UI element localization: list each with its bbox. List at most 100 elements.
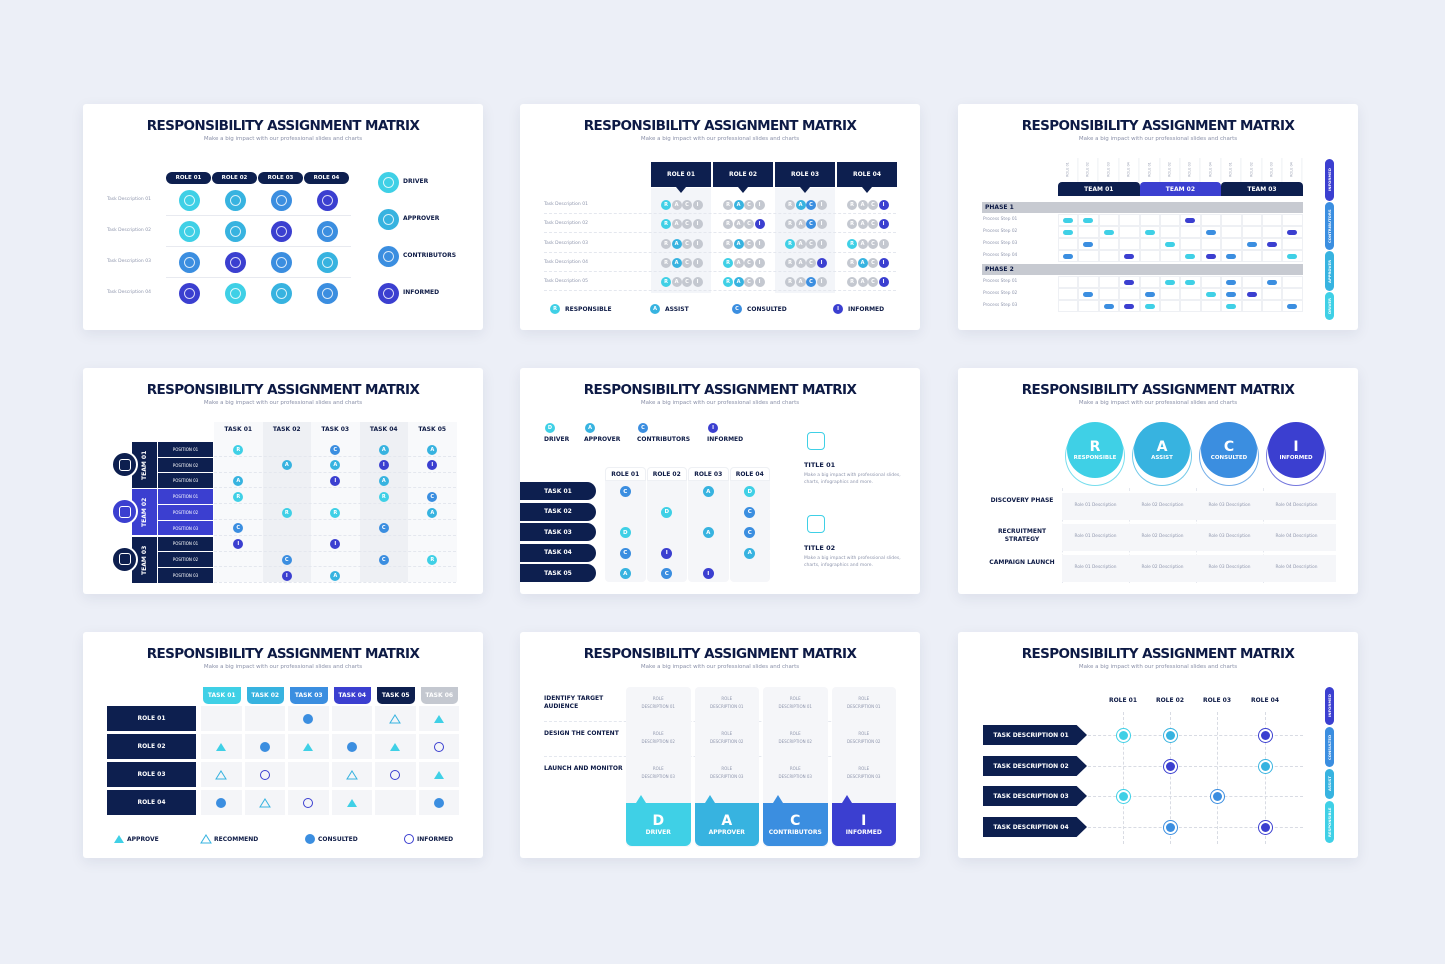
role-label: ROLE 01 xyxy=(1139,158,1160,182)
legend-label: APPROVE xyxy=(127,836,159,843)
dot-core xyxy=(1261,731,1270,740)
row-divider xyxy=(214,503,456,505)
daci-matrix: D DRIVER A APPROVER C CONTRIBUTORS I INFORMED RO… xyxy=(520,368,920,594)
role-description: Role 04 Description xyxy=(1275,565,1318,570)
grid-cell xyxy=(1180,300,1201,312)
slide-8-daci-columns[interactable]: RESPONSIBILITY ASSIGNMENT MATRIX Make a … xyxy=(520,632,920,858)
role-header: ROLE 02 xyxy=(713,162,773,187)
raci-letter: I xyxy=(878,277,889,288)
dot-core xyxy=(1261,823,1270,832)
grid-cell xyxy=(1139,276,1160,288)
slide-9-dot-grid-matrix[interactable]: RESPONSIBILITY ASSIGNMENT MATRIX Make a … xyxy=(958,632,1358,858)
dot-core xyxy=(1261,762,1270,771)
role-circle xyxy=(179,190,200,211)
raci-letter: I xyxy=(692,238,703,249)
task-label: Task Description 03 xyxy=(107,259,151,264)
slide-2-raci-matrix[interactable]: RESPONSIBILITY ASSIGNMENT MATRIX Make a … xyxy=(520,104,920,330)
matrix-cell xyxy=(244,706,285,731)
cell-line2: DESCRIPTION 03 xyxy=(710,774,744,779)
info-text: Make a big impact with professional slid… xyxy=(804,473,901,485)
role-circle xyxy=(225,252,246,273)
daci-badge: D xyxy=(619,527,631,538)
raci-letter: A xyxy=(795,238,806,249)
daci-badge: A xyxy=(619,568,631,579)
side-legend-pill: DRIVER xyxy=(1325,292,1334,320)
grid-cell xyxy=(1241,250,1262,262)
informed-icon xyxy=(322,195,333,206)
task-label: TASK DESCRIPTION 04 xyxy=(983,817,1087,837)
assignment-dot xyxy=(1116,789,1131,804)
assignment-dot xyxy=(1163,820,1178,835)
contributors-icon xyxy=(322,226,333,237)
shape-matrix: TASK 01 TASK 02 TASK 03 TASK 04 TASK 05 TASK … xyxy=(83,632,483,858)
assignment-dot xyxy=(1116,728,1131,743)
role-description: Role 02 Description xyxy=(1141,565,1184,570)
cell-line2: DESCRIPTION 01 xyxy=(778,704,812,709)
legend-label: DRIVER xyxy=(544,436,570,443)
raci-letter: A xyxy=(671,219,682,230)
assignment-pill xyxy=(1063,217,1073,223)
legend-label: INFORMED xyxy=(417,836,454,843)
slide-7-shape-matrix[interactable]: RESPONSIBILITY ASSIGNMENT MATRIX Make a … xyxy=(83,632,483,858)
task-header: TASK 02 xyxy=(272,426,301,433)
task-label: Task Description 01 xyxy=(107,197,151,202)
raci-letter: I xyxy=(692,200,703,210)
assignment-pill xyxy=(1083,217,1094,223)
consulted-dot-icon xyxy=(259,741,270,752)
cell-line2: DESCRIPTION 01 xyxy=(641,704,675,709)
role-header: ROLE 04 xyxy=(1250,697,1280,704)
step-label: Process Step 03 xyxy=(983,303,1018,308)
assignment-pill xyxy=(1287,303,1298,309)
info-text: Make a big impact with professional slid… xyxy=(804,556,901,568)
raci-letter: I xyxy=(816,219,827,230)
raci-letter: I xyxy=(816,257,827,268)
cell-line1: ROLE xyxy=(652,766,664,771)
legend-badge: A xyxy=(650,304,660,314)
task-header: TASK 03 xyxy=(321,426,350,433)
raci-letter: I xyxy=(692,277,703,288)
matrix-cell xyxy=(331,762,372,787)
side-legend-pill: INFORMED xyxy=(1325,687,1334,725)
row-label: IDENTIFY TARGET AUDIENCE xyxy=(544,695,604,710)
matrix-cell xyxy=(331,734,372,759)
role-circle xyxy=(271,283,292,304)
consulted-dot-icon xyxy=(305,834,315,844)
role-circle xyxy=(225,283,246,304)
team-phase-matrix: ROLE 01 ROLE 02 ROLE 03 ROLE 04 ROLE 01 ROLE … xyxy=(958,104,1358,330)
grid-cell xyxy=(1200,238,1222,250)
grid-cell xyxy=(1078,276,1099,288)
raci-letter: C xyxy=(868,238,878,249)
slide-4-team-position-matrix[interactable]: RESPONSIBILITY ASSIGNMENT MATRIX Make a … xyxy=(83,368,483,594)
assignment-pill xyxy=(1144,291,1155,297)
raci-letter: I xyxy=(754,200,765,210)
grid-cell xyxy=(1262,214,1283,226)
role-label: ROLE 02 xyxy=(107,734,196,759)
grid-cell xyxy=(1139,214,1160,226)
dot-grid-matrix: ROLE 01 ROLE 02 ROLE 03 ROLE 04 TASK DESCRIP… xyxy=(958,632,1358,858)
slide-3-team-phase-matrix[interactable]: RESPONSIBILITY ASSIGNMENT MATRIX Make a … xyxy=(958,104,1358,330)
raci-letter: C xyxy=(806,238,816,249)
assignment-pill xyxy=(1226,303,1237,309)
grid-cell xyxy=(1241,276,1262,288)
chat-people-icon xyxy=(383,288,394,299)
slide-5-daci-matrix[interactable]: RESPONSIBILITY ASSIGNMENT MATRIX Make a … xyxy=(520,368,920,594)
slide-1-icon-matrix[interactable]: RESPONSIBILITY ASSIGNMENT MATRIX Make a … xyxy=(83,104,483,330)
row-divider xyxy=(166,215,351,216)
role-circle xyxy=(317,283,338,304)
footer-pointer xyxy=(636,795,646,803)
grid-cell xyxy=(1282,238,1303,250)
role-circle xyxy=(179,252,200,273)
role-description: Role 02 Description xyxy=(1141,503,1184,508)
task-header: TASK 04 xyxy=(369,426,398,433)
raci-letter: A xyxy=(733,257,744,268)
role-description: Role 01 Description xyxy=(1074,534,1117,539)
daci-badge: I xyxy=(661,547,673,559)
grid-cell xyxy=(1180,226,1201,238)
slide-6-raci-description-table[interactable]: RESPONSIBILITY ASSIGNMENT MATRIX Make a … xyxy=(958,368,1358,594)
cell-line2: DESCRIPTION 01 xyxy=(710,704,744,709)
cell-line1: ROLE xyxy=(652,731,664,736)
matrix-cell xyxy=(288,790,329,815)
grid-cell xyxy=(1282,288,1303,300)
raci-letter: R xyxy=(847,219,857,230)
raci-letter: I xyxy=(754,238,765,249)
